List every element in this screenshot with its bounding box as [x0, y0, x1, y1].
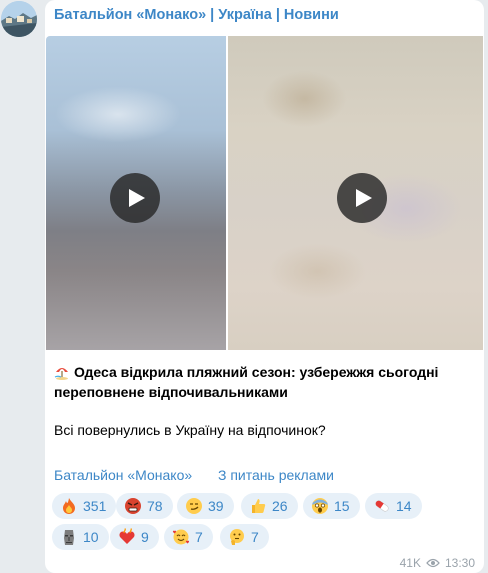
reaction-heart-on-fire[interactable]: 9 — [110, 524, 159, 550]
message-body: Всі повернулись в Україну на відпочинок? — [54, 422, 326, 438]
reaction-count: 351 — [83, 498, 107, 514]
reaction-count: 39 — [208, 498, 224, 514]
reaction-count: 15 — [334, 498, 350, 514]
reaction-screaming[interactable]: 15 — [303, 493, 360, 519]
ads-link[interactable]: З питань реклами — [218, 467, 334, 483]
smiling-hearts-face-icon — [172, 528, 190, 546]
play-button-2[interactable] — [337, 173, 387, 223]
angry-face-icon — [124, 497, 142, 515]
reaction-count: 7 — [195, 529, 203, 545]
moai-icon — [60, 528, 78, 546]
reaction-count: 78 — [147, 498, 163, 514]
channel-link[interactable]: Батальйон «Монако» — [54, 467, 192, 483]
eye-icon — [426, 558, 440, 568]
reaction-thinking[interactable]: 7 — [220, 524, 269, 550]
reaction-smiling-hearts[interactable]: 7 — [164, 524, 213, 550]
reaction-moai[interactable]: 10 — [52, 524, 109, 550]
channel-avatar[interactable] — [1, 1, 37, 37]
thumbs-up-icon — [249, 497, 267, 515]
heart-on-fire-icon — [118, 528, 136, 546]
pill-icon — [373, 497, 391, 515]
reaction-count: 10 — [83, 529, 99, 545]
reaction-thumbs-up[interactable]: 26 — [241, 493, 298, 519]
reaction-count: 26 — [272, 498, 288, 514]
message-time: 13:30 — [444, 556, 475, 570]
reaction-pill[interactable]: 14 — [365, 493, 422, 519]
play-icon — [356, 189, 372, 207]
play-button-1[interactable] — [110, 173, 160, 223]
view-count: 41K — [399, 556, 421, 570]
reaction-count: 7 — [251, 529, 259, 545]
fire-icon — [60, 497, 78, 515]
reaction-fire[interactable]: 351 — [52, 493, 117, 519]
play-icon — [129, 189, 145, 207]
smirk-face-icon — [185, 497, 203, 515]
message-meta: 41K 13:30 — [400, 556, 475, 570]
video-thumbnail-2[interactable] — [228, 36, 483, 350]
thinking-face-icon — [228, 528, 246, 546]
video-thumbnail-1[interactable] — [46, 36, 226, 350]
reaction-count: 14 — [396, 498, 412, 514]
beach-umbrella-icon — [54, 368, 68, 380]
reaction-smirk[interactable]: 39 — [177, 493, 234, 519]
message-headline: Одеса відкрила пляжний сезон: узбережжя … — [54, 362, 474, 402]
reaction-count: 9 — [141, 529, 149, 545]
message-text: Одеса відкрила пляжний сезон: узбережжя … — [54, 362, 474, 440]
screaming-face-icon — [311, 497, 329, 515]
headline-text: Одеса відкрила пляжний сезон: узбережжя … — [54, 364, 439, 400]
reaction-angry[interactable]: 78 — [116, 493, 173, 519]
message-bubble: Батальйон «Монако» | Україна | Новини Од… — [45, 0, 484, 573]
channel-title[interactable]: Батальйон «Монако» | Україна | Новини — [54, 7, 339, 23]
